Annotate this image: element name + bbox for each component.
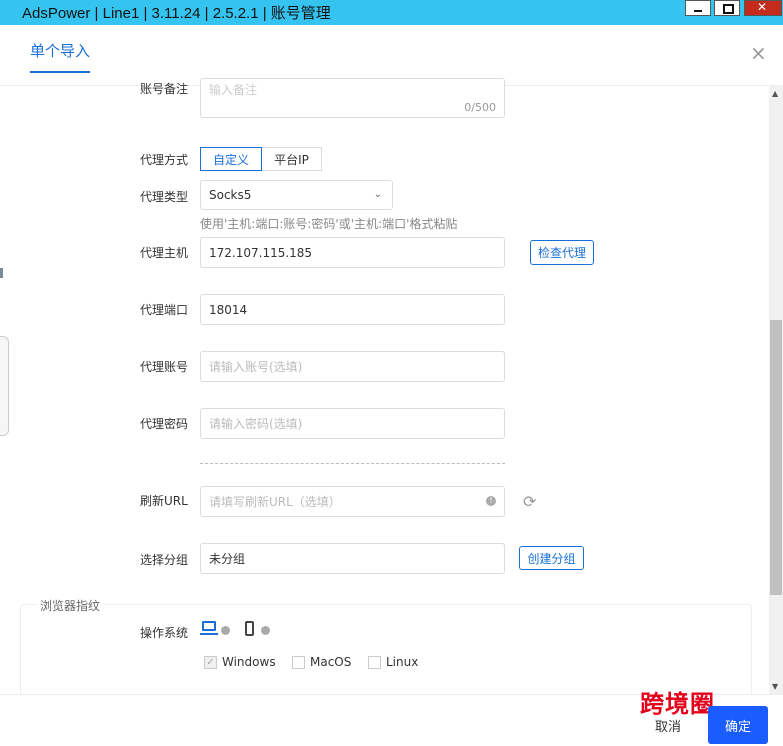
scrollbar-thumb[interactable] bbox=[770, 320, 782, 595]
group-label: 选择分组 bbox=[140, 553, 189, 567]
chevron-down-icon: ⌄ bbox=[373, 189, 382, 200]
proxy-password-input[interactable]: 请输入密码(选填) bbox=[200, 408, 505, 439]
drag-handle[interactable] bbox=[0, 336, 9, 436]
remark-label: 账号备注 bbox=[140, 82, 189, 96]
remark-counter: 0/500 bbox=[464, 101, 496, 114]
checkbox-macos[interactable] bbox=[292, 655, 305, 669]
proxy-type-label: 代理类型 bbox=[140, 190, 189, 204]
os-option-macos[interactable]: MacOS bbox=[292, 655, 351, 669]
proxy-host-label: 代理主机 bbox=[140, 246, 189, 260]
proxy-host-value: 172.107.115.185 bbox=[209, 245, 313, 260]
confirm-button[interactable]: 确定 bbox=[708, 706, 768, 744]
proxy-method-platform-ip[interactable]: 平台IP bbox=[262, 147, 322, 171]
os-windows-label: Windows bbox=[222, 655, 276, 669]
os-linux-label: Linux bbox=[386, 655, 419, 669]
scroll-down-icon[interactable]: ▼ bbox=[772, 682, 778, 691]
proxy-password-label: 代理密码 bbox=[140, 417, 189, 431]
paste-format-hint: 使用'主机:端口:账号:密码'或'主机:端口'格式粘贴 bbox=[200, 217, 458, 231]
checkbox-linux[interactable] bbox=[368, 655, 381, 669]
proxy-type-value: Socks5 bbox=[209, 188, 252, 202]
fingerprint-legend: 浏览器指纹 bbox=[36, 597, 105, 614]
refresh-url-placeholder: 请填写刷新URL（选填） bbox=[209, 495, 341, 509]
side-marker bbox=[0, 268, 3, 278]
remark-placeholder: 输入备注 bbox=[209, 83, 258, 97]
desktop-info-icon bbox=[221, 626, 230, 635]
refresh-url-input[interactable]: 请填写刷新URL（选填） ! bbox=[200, 486, 505, 517]
group-select[interactable]: 未分组 bbox=[200, 543, 505, 574]
mobile-icon[interactable] bbox=[245, 621, 254, 636]
scroll-up-icon[interactable]: ▲ bbox=[772, 89, 778, 98]
section-divider bbox=[200, 463, 505, 464]
create-group-button[interactable]: 创建分组 bbox=[519, 546, 584, 570]
desktop-icon-base bbox=[200, 633, 218, 635]
proxy-account-placeholder: 请输入账号(选填) bbox=[209, 360, 303, 374]
os-option-linux[interactable]: Linux bbox=[368, 655, 418, 669]
window-title: AdsPower | Line1 | 3.11.24 | 2.5.2.1 | 账… bbox=[22, 5, 331, 22]
tab-single-import[interactable]: 单个导入 bbox=[30, 40, 91, 73]
proxy-account-label: 代理账号 bbox=[140, 360, 189, 374]
proxy-port-value: 18014 bbox=[209, 302, 248, 317]
info-icon: ! bbox=[486, 496, 496, 506]
watermark-logo: 跨境圈 bbox=[640, 690, 715, 718]
refresh-url-label: 刷新URL bbox=[140, 494, 188, 508]
proxy-method-custom[interactable]: 自定义 bbox=[200, 147, 262, 171]
minimize-button[interactable] bbox=[685, 0, 711, 16]
proxy-port-label: 代理端口 bbox=[140, 303, 189, 317]
proxy-host-input[interactable]: 172.107.115.185 bbox=[200, 237, 505, 268]
remark-textarea[interactable]: 输入备注 0/500 bbox=[200, 78, 505, 118]
os-option-windows[interactable]: ✓ Windows bbox=[204, 655, 276, 669]
checkbox-windows[interactable]: ✓ bbox=[204, 655, 217, 669]
refresh-icon[interactable]: ⟳ bbox=[523, 492, 536, 511]
vertical-scrollbar[interactable]: ▲ ▼ bbox=[769, 85, 783, 695]
mobile-info-icon bbox=[261, 626, 270, 635]
desktop-icon[interactable] bbox=[202, 621, 216, 631]
proxy-account-input[interactable]: 请输入账号(选填) bbox=[200, 351, 505, 382]
os-label: 操作系统 bbox=[140, 626, 189, 640]
close-icon[interactable]: × bbox=[750, 41, 767, 65]
modal-header: 单个导入 × bbox=[0, 25, 783, 86]
check-proxy-button[interactable]: 检查代理 bbox=[530, 240, 594, 265]
proxy-method-label: 代理方式 bbox=[140, 153, 189, 167]
proxy-type-select[interactable]: Socks5 ⌄ bbox=[200, 180, 393, 210]
proxy-port-input[interactable]: 18014 bbox=[200, 294, 505, 325]
cancel-button[interactable]: 取消 bbox=[655, 716, 681, 735]
proxy-password-placeholder: 请输入密码(选填) bbox=[209, 417, 303, 431]
window-close-button[interactable] bbox=[744, 0, 782, 16]
os-macos-label: MacOS bbox=[310, 655, 352, 669]
group-value: 未分组 bbox=[209, 552, 246, 566]
window-titlebar: AdsPower | Line1 | 3.11.24 | 2.5.2.1 | 账… bbox=[0, 0, 783, 25]
maximize-button[interactable] bbox=[714, 0, 740, 16]
